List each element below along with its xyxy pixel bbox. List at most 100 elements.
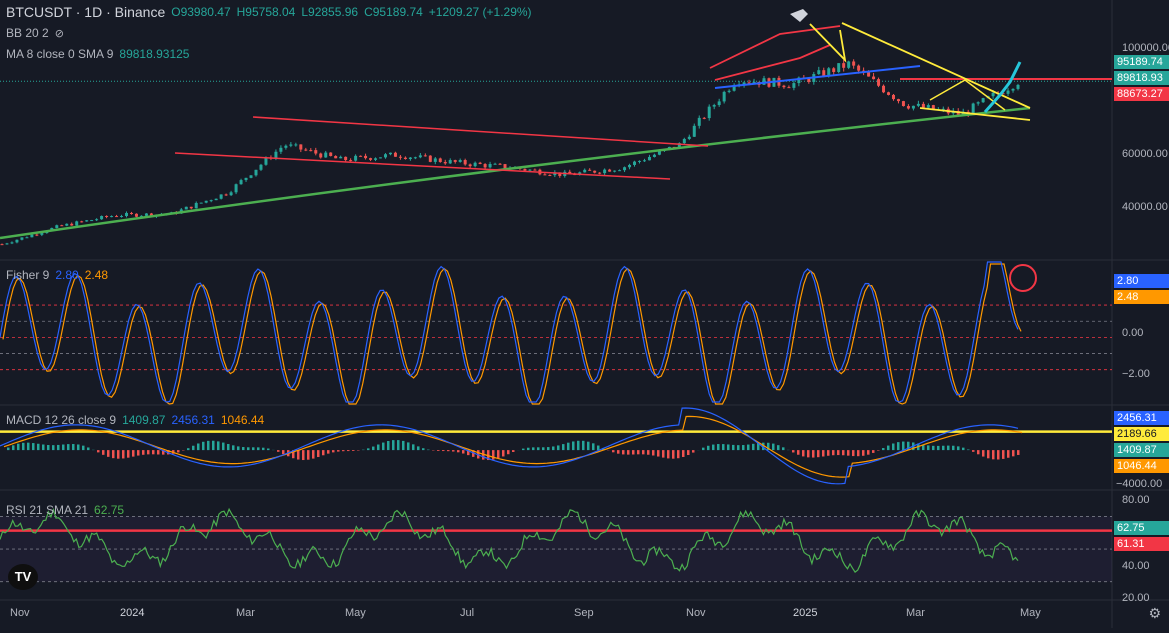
candle-body bbox=[190, 207, 193, 209]
macd-histogram-bar bbox=[577, 441, 580, 450]
candle-body bbox=[593, 171, 596, 173]
macd-histogram-bar bbox=[377, 445, 380, 451]
fisher-legend[interactable]: Fisher 9 2.80 2.48 bbox=[6, 268, 108, 282]
macd-histogram-bar bbox=[97, 450, 100, 452]
macd-histogram-bar bbox=[687, 450, 690, 455]
candle-body bbox=[792, 83, 795, 88]
macd-histogram-bar bbox=[852, 450, 855, 456]
macd-histogram-bar bbox=[867, 450, 870, 455]
macd-histogram-bar bbox=[132, 450, 135, 457]
candle-body bbox=[683, 139, 686, 143]
macd-histogram-bar bbox=[947, 446, 950, 451]
macd-histogram-bar bbox=[277, 450, 280, 452]
candle-body bbox=[817, 70, 820, 74]
fisher-tick: 0.00 bbox=[1122, 327, 1143, 339]
macd-histogram-bar bbox=[1002, 450, 1005, 459]
candle-body bbox=[80, 221, 83, 222]
candle-body bbox=[588, 170, 591, 171]
macd-histogram-bar bbox=[492, 450, 495, 459]
macd-histogram-bar bbox=[717, 444, 720, 450]
macd-histogram-bar bbox=[982, 450, 985, 456]
candle-body bbox=[972, 104, 975, 114]
macd-histogram-bar bbox=[157, 450, 160, 454]
macd-histogram-bar bbox=[32, 443, 35, 450]
macd-histogram-bar bbox=[667, 450, 670, 458]
macd-histogram-bar bbox=[502, 450, 505, 456]
candle-body bbox=[648, 157, 651, 160]
macd-level-tag: 2189.66 bbox=[1114, 427, 1169, 441]
macd-histogram-bar bbox=[127, 450, 130, 458]
candle-body bbox=[439, 158, 442, 162]
candle-body bbox=[304, 150, 307, 151]
tradingview-logo[interactable]: TV bbox=[8, 564, 38, 590]
candle-body bbox=[703, 118, 706, 119]
candle-body bbox=[289, 144, 292, 145]
candle-body bbox=[284, 146, 287, 148]
ohlc-high: H95758.04 bbox=[237, 5, 296, 19]
price-tick: 40000.00 bbox=[1122, 201, 1168, 213]
candle-body bbox=[324, 153, 327, 158]
chart-stage[interactable] bbox=[0, 0, 1169, 628]
candle-body bbox=[414, 157, 417, 158]
macd-histogram-bar bbox=[302, 450, 305, 460]
candle-body bbox=[240, 180, 243, 184]
gear-icon[interactable]: ⚙ bbox=[1148, 605, 1161, 622]
candle-body bbox=[787, 87, 790, 88]
candle-body bbox=[489, 164, 492, 167]
macd-histogram-bar bbox=[972, 450, 975, 452]
symbol-label[interactable]: BTCUSDT · 1D · Binance bbox=[6, 4, 165, 20]
candle-body bbox=[404, 158, 407, 159]
macd-histogram-bar bbox=[587, 442, 590, 450]
ohlc-open: O93980.47 bbox=[171, 5, 230, 19]
channel-top-line bbox=[253, 117, 708, 146]
candle-body bbox=[917, 104, 920, 106]
macd-histogram-bar bbox=[887, 446, 890, 451]
macd-histogram-bar bbox=[742, 445, 745, 450]
candle-body bbox=[469, 164, 472, 166]
macd-histogram-bar bbox=[1012, 450, 1015, 456]
ma-legend[interactable]: MA 8 close 0 SMA 9 89818.93125 bbox=[6, 47, 189, 61]
rsi-tick: 20.00 bbox=[1122, 592, 1150, 604]
rsi-label: RSI 21 SMA 21 bbox=[6, 503, 88, 517]
macd-histogram-bar bbox=[542, 447, 545, 450]
macd-histogram-bar bbox=[452, 450, 455, 451]
rsi-legend[interactable]: RSI 21 SMA 21 62.75 bbox=[6, 503, 124, 517]
time-tick: Nov bbox=[10, 607, 30, 619]
macd-histogram-bar bbox=[117, 450, 120, 459]
candle-body bbox=[633, 162, 636, 165]
fisher-tick: −2.00 bbox=[1122, 368, 1150, 380]
macd-histogram-bar bbox=[822, 450, 825, 456]
macd-histogram-bar bbox=[632, 450, 635, 454]
candle-body bbox=[334, 156, 337, 158]
macd-histogram-bar bbox=[397, 440, 400, 450]
candle-body bbox=[55, 225, 58, 228]
macd-histogram-bar bbox=[797, 450, 800, 455]
macd-legend[interactable]: MACD 12 26 close 9 1409.87 2456.31 1046.… bbox=[6, 413, 264, 427]
candle-body bbox=[523, 169, 526, 171]
macd-histogram-bar bbox=[712, 445, 715, 451]
time-tick: Sep bbox=[574, 607, 594, 619]
candle-body bbox=[20, 237, 23, 239]
candle-body bbox=[85, 220, 88, 221]
macd-histogram-bar bbox=[17, 444, 20, 450]
candle-body bbox=[449, 160, 452, 163]
macd-histogram-bar bbox=[647, 450, 650, 455]
macd-histogram-bar bbox=[1007, 450, 1010, 458]
candle-body bbox=[30, 235, 33, 238]
ma-value: 89818.93125 bbox=[119, 47, 189, 61]
time-tick: Mar bbox=[236, 607, 255, 619]
macd-histogram-bar bbox=[422, 448, 425, 450]
candle-body bbox=[75, 221, 78, 225]
candle-body bbox=[623, 167, 626, 170]
projection-arrow bbox=[985, 62, 1020, 112]
bb-legend[interactable]: BB 20 2 ⊘ bbox=[6, 26, 64, 40]
chart-canvas[interactable] bbox=[0, 0, 1169, 628]
macd-histogram-bar bbox=[442, 450, 445, 451]
macd-histogram-bar bbox=[637, 450, 640, 454]
macd-histogram-bar bbox=[507, 450, 510, 454]
macd-signal-tag: 1046.44 bbox=[1114, 459, 1169, 473]
macd-histogram-bar bbox=[7, 448, 10, 451]
hidden-eye-icon[interactable]: ⊘ bbox=[55, 27, 64, 40]
candle-body bbox=[205, 201, 208, 203]
fisher-signal-value: 2.48 bbox=[85, 268, 108, 282]
